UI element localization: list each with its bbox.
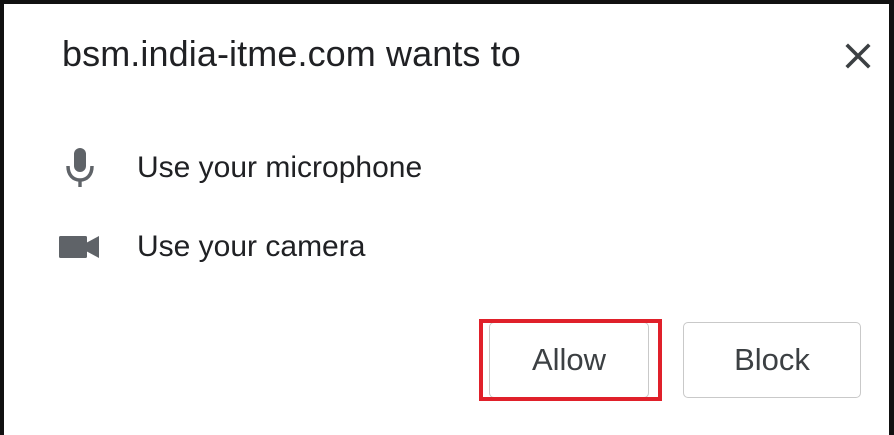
close-icon [845, 43, 871, 69]
permission-row-camera: Use your camera [50, 224, 365, 270]
microphone-icon [50, 145, 110, 191]
block-button[interactable]: Block [683, 322, 861, 398]
close-button[interactable] [836, 34, 880, 78]
dialog-title: bsm.india-itme.com wants to [62, 33, 521, 74]
permission-label-microphone: Use your microphone [137, 151, 423, 184]
video-camera-icon [50, 224, 110, 270]
allow-button[interactable]: Allow [489, 322, 649, 398]
permission-label-camera: Use your camera [137, 230, 366, 263]
permission-dialog: bsm.india-itme.com wants to Use your mic… [0, 0, 894, 435]
permission-row-microphone: Use your microphone [50, 145, 422, 191]
